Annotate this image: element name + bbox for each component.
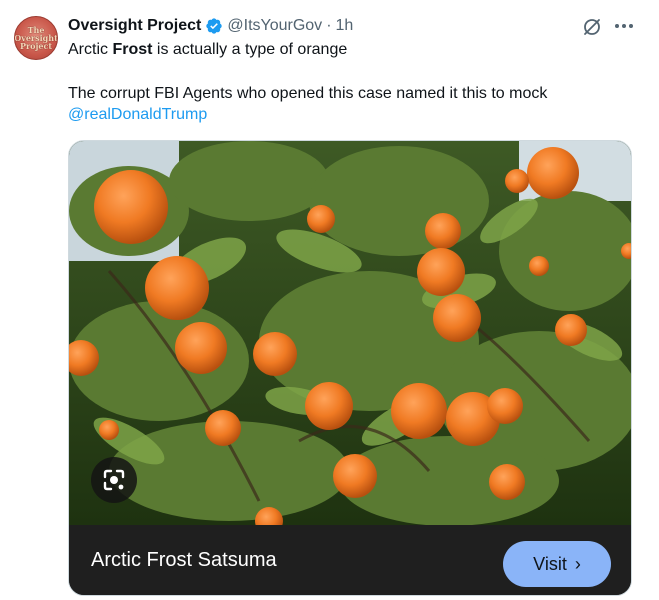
more-icon[interactable] bbox=[612, 15, 636, 37]
author-avatar[interactable]: The Oversight Project bbox=[14, 16, 58, 60]
mention-link[interactable]: @realDonaldTrump bbox=[68, 105, 207, 125]
verified-badge-icon bbox=[206, 18, 223, 34]
chevron-right-icon: › bbox=[574, 553, 581, 574]
visit-button[interactable]: Visit › bbox=[503, 541, 611, 587]
grok-icon[interactable] bbox=[582, 17, 602, 37]
author-handle[interactable]: @ItsYourGov bbox=[227, 17, 322, 35]
google-lens-icon bbox=[103, 469, 125, 491]
tweet-text-line1: Arctic Frost is actually a type of orang… bbox=[68, 40, 347, 60]
tweet-timestamp[interactable]: 1h bbox=[336, 17, 354, 35]
card-title[interactable]: Arctic Frost Satsuma bbox=[91, 549, 277, 572]
google-lens-button[interactable] bbox=[91, 457, 137, 503]
visit-button-label: Visit bbox=[533, 553, 567, 574]
tweet-text-bold: Frost bbox=[112, 41, 153, 58]
avatar-text-3: Project bbox=[19, 41, 53, 51]
tweet-text-line2: The corrupt FBI Agents who opened this c… bbox=[68, 85, 548, 102]
card-image-orange-tree bbox=[69, 141, 631, 525]
tweet-header: Oversight Project @ItsYourGov · 1h bbox=[68, 15, 353, 37]
author-name[interactable]: Oversight Project bbox=[68, 17, 201, 35]
tweet-text-prefix: Arctic bbox=[68, 41, 113, 58]
card-footer: Arctic Frost Satsuma Visit › bbox=[69, 525, 631, 595]
header-separator: · bbox=[326, 17, 332, 34]
link-card[interactable]: Arctic Frost Satsuma Visit › bbox=[68, 140, 632, 596]
tweet-text-suffix: is actually a type of orange bbox=[152, 41, 348, 58]
